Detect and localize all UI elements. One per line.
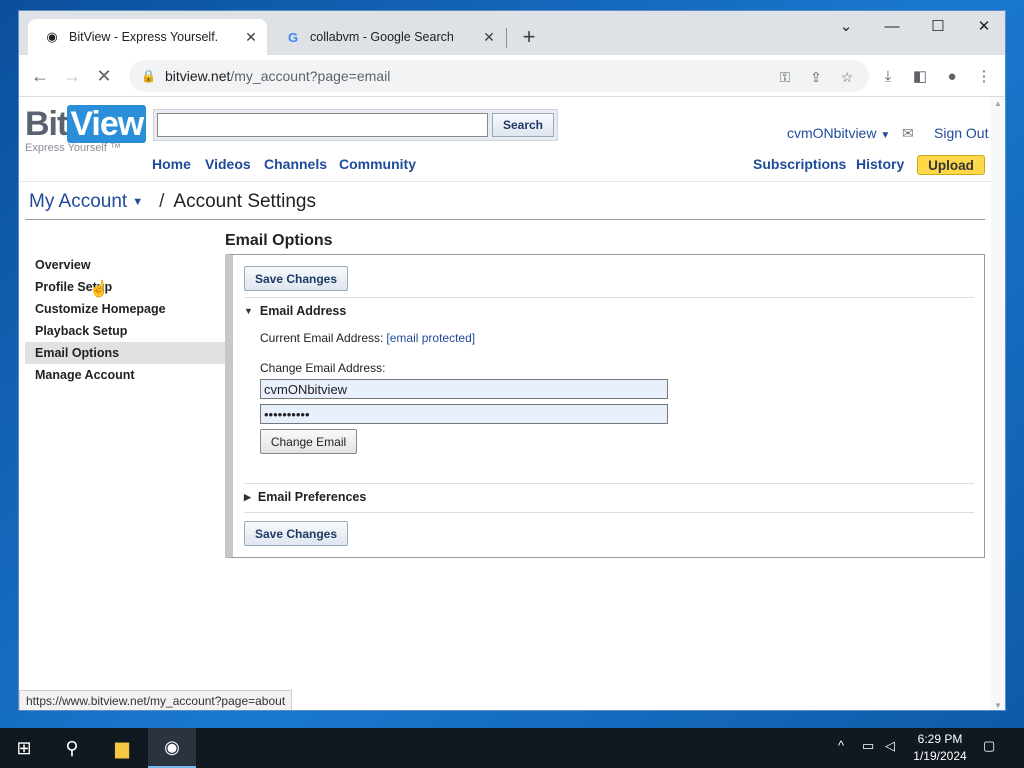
bookmark-star-icon[interactable]: ☆ (837, 67, 857, 87)
back-icon[interactable]: ← (27, 63, 53, 89)
sidebar-item-customize-homepage[interactable]: Customize Homepage (25, 298, 225, 320)
subscriptions-link[interactable]: Subscriptions (753, 156, 846, 172)
sidebar-item-profile-setup[interactable]: Profile Setup (25, 276, 225, 298)
close-tab-icon[interactable]: ✕ (479, 27, 499, 47)
page-scrollbar[interactable]: ▲ ▼ (991, 97, 1005, 710)
key-icon[interactable]: ⚿ (775, 67, 795, 87)
hand-cursor-icon: ☝ (89, 281, 109, 298)
email-field[interactable] (260, 379, 668, 399)
bitview-logo[interactable]: BitView Express Yourself ™ (25, 105, 147, 154)
profile-icon[interactable]: ● (941, 65, 963, 87)
header-divider (19, 181, 993, 182)
close-window-icon[interactable]: ✕ (961, 11, 1005, 41)
scroll-down-icon[interactable]: ▼ (994, 701, 1002, 710)
search-icon[interactable]: ⚲ (48, 728, 96, 768)
upload-button[interactable]: Upload (917, 155, 985, 175)
taskbar: ⊞ ⚲ ▆ ◉ ^ ▭ ◁ 6:29 PM 1/19/2024 ▢ (0, 728, 1024, 768)
site-search: Search (153, 109, 558, 141)
tab-strip: ◉ BitView - Express Yourself. ✕ G collab… (19, 11, 1005, 55)
windows-start-icon[interactable]: ⊞ (0, 728, 48, 768)
password-field[interactable] (260, 404, 668, 424)
address-bar[interactable]: 🔒 bitview.net/my_account?page=email ⚿ ⇪ … (129, 60, 869, 92)
caret-down-icon: ▼ (880, 130, 891, 141)
minimize-icon[interactable]: — (869, 11, 915, 41)
chrome-icon[interactable]: ◉ (148, 728, 196, 768)
link-status-bar: https://www.bitview.net/my_account?page=… (19, 690, 293, 710)
tab-title: BitView - Express Yourself. (69, 30, 219, 44)
mail-icon[interactable]: ✉ (902, 125, 914, 142)
tab-google-search[interactable]: G collabvm - Google Search ✕ (269, 19, 505, 55)
bitview-favicon-icon: ◉ (46, 29, 58, 44)
search-button[interactable]: Search (492, 113, 554, 137)
email-address-heading: Email Address (259, 304, 347, 318)
search-input[interactable] (157, 113, 488, 137)
stop-loading-icon[interactable]: ✕ (91, 63, 117, 89)
clock-date: 1/19/2024 (913, 749, 967, 763)
download-icon[interactable]: ⤓ (877, 65, 899, 87)
email-address-toggle[interactable]: ▼ Email Address (244, 304, 346, 318)
tab-title: collabvm - Google Search (310, 30, 454, 44)
divider (244, 512, 974, 513)
google-favicon-icon: G (287, 29, 299, 45)
tray-chevron-icon[interactable]: ^ (838, 738, 844, 753)
email-preferences-toggle[interactable]: ▶ Email Preferences (244, 490, 366, 504)
maximize-icon[interactable]: ☐ (915, 11, 961, 41)
change-email-button[interactable]: Change Email (260, 429, 357, 454)
nav-home[interactable]: Home (152, 156, 191, 172)
current-email-value[interactable]: [email protected] (386, 331, 475, 345)
caret-down-icon[interactable]: ▼ (132, 196, 143, 208)
history-link[interactable]: History (856, 156, 904, 172)
divider (244, 483, 974, 484)
tab-search-chevron-icon[interactable]: ⌄ (823, 11, 869, 41)
sign-out-link[interactable]: Sign Out (934, 125, 988, 141)
email-preferences-heading: Email Preferences (257, 490, 367, 504)
page-viewport: BitView Express Yourself ™ Search Home V… (19, 97, 993, 710)
sidebar-item-manage-account[interactable]: Manage Account (25, 364, 225, 386)
breadcrumb: My Account ▼ / Account Settings (29, 191, 316, 213)
divider (244, 297, 974, 298)
nav-videos[interactable]: Videos (205, 156, 251, 172)
forward-icon[interactable]: → (59, 63, 85, 89)
new-tab-icon[interactable]: + (517, 24, 541, 49)
nav-community[interactable]: Community (339, 156, 416, 172)
breadcrumb-separator: / (159, 191, 165, 212)
sidebar-item-email-options[interactable]: Email Options (25, 342, 225, 364)
notifications-icon[interactable]: ▢ (983, 738, 995, 754)
change-email-label: Change Email Address: (260, 361, 386, 375)
url-text: bitview.net/my_account?page=email (165, 68, 391, 84)
clock-time: 6:29 PM (917, 732, 963, 746)
section-title: Email Options (225, 232, 333, 249)
lock-icon: 🔒 (141, 69, 156, 83)
page-title: Account Settings (173, 191, 316, 212)
browser-window: ◉ BitView - Express Yourself. ✕ G collab… (18, 10, 1006, 711)
share-icon[interactable]: ⇪ (806, 67, 826, 87)
sidebar-item-overview[interactable]: Overview (25, 254, 225, 276)
tab-separator (506, 28, 507, 48)
system-clock[interactable]: 6:29 PM 1/19/2024 (905, 731, 975, 765)
save-changes-button-top[interactable]: Save Changes (244, 266, 348, 291)
username-dropdown[interactable]: cvmONbitview ▼ (787, 125, 890, 141)
browser-toolbar: ← → ✕ 🔒 bitview.net/my_account?page=emai… (19, 55, 1005, 97)
file-explorer-icon[interactable]: ▆ (98, 728, 146, 768)
my-account-link[interactable]: My Account (29, 191, 127, 213)
current-email-row: Current Email Address: [email protected] (260, 331, 476, 345)
triangle-down-icon: ▼ (244, 306, 253, 316)
settings-sidebar: Overview Profile Setup Customize Homepag… (25, 254, 225, 386)
network-icon[interactable]: ▭ (862, 738, 874, 754)
breadcrumb-divider (25, 219, 985, 220)
volume-muted-icon[interactable]: ◁ (885, 738, 895, 754)
scroll-up-icon[interactable]: ▲ (994, 99, 1002, 108)
triangle-right-icon: ▶ (244, 491, 251, 502)
save-changes-button-bottom[interactable]: Save Changes (244, 521, 348, 546)
email-options-panel: Save Changes ▼ Email Address Current Ema… (225, 254, 985, 558)
close-tab-icon[interactable]: ✕ (241, 27, 261, 47)
tab-bitview[interactable]: ◉ BitView - Express Yourself. ✕ (28, 19, 267, 55)
menu-icon[interactable]: ⋮ (973, 65, 995, 87)
sidebar-item-playback-setup[interactable]: Playback Setup (25, 320, 225, 342)
side-panel-icon[interactable]: ◧ (909, 65, 931, 87)
nav-channels[interactable]: Channels (264, 156, 327, 172)
